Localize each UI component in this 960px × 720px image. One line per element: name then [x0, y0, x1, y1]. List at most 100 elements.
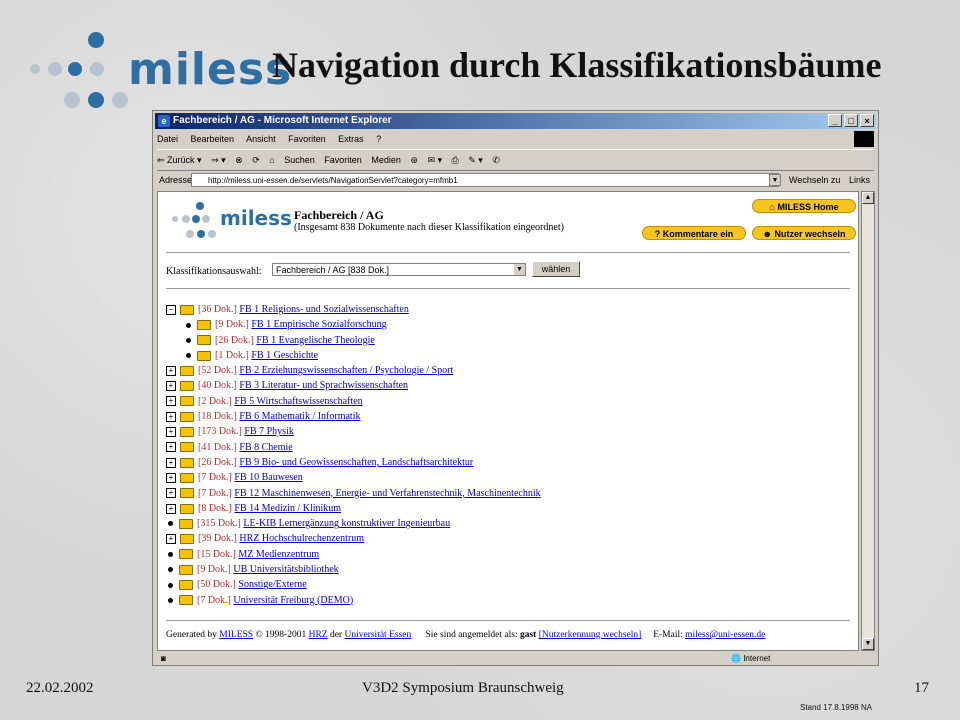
status-zone-label: Internet [743, 654, 771, 663]
expand-icon[interactable]: + [166, 457, 176, 468]
media-button[interactable]: Medien [371, 155, 401, 165]
go-button[interactable]: Wechseln zu [789, 171, 840, 189]
vertical-scrollbar[interactable]: ▲ ▼ [861, 191, 875, 651]
expand-icon[interactable]: + [166, 534, 176, 545]
scroll-up-icon[interactable]: ▲ [862, 192, 874, 204]
logo-dot [196, 202, 204, 210]
miless-home-button[interactable]: ⌂ MILESS Home [752, 199, 856, 213]
tree-link[interactable]: FB 12 Maschinenwesen, Energie- und Verfa… [234, 488, 540, 499]
tree-count: [7 Dok.] [198, 472, 232, 484]
chevron-down-icon[interactable]: ▼ [514, 264, 525, 275]
logo-dot [68, 62, 82, 76]
tree-link[interactable]: FB 10 Bauwesen [234, 472, 302, 483]
tree-link[interactable]: FB 2 Erziehungswissenschaften / Psycholo… [239, 365, 453, 376]
maximize-button[interactable]: □ [844, 114, 858, 127]
tree-row: + [41 Dok.] FB 8 Chemie [166, 440, 541, 455]
folder-icon [180, 427, 194, 438]
university-link[interactable]: Universität Essen [344, 630, 411, 640]
tree-link[interactable]: FB 1 Empirische Sozialforschung [251, 319, 386, 330]
expand-icon[interactable]: + [166, 381, 176, 392]
back-button[interactable]: ⇐ Zurück ▾ [157, 155, 202, 165]
footer-page-number: 17 [914, 680, 929, 696]
tree-link[interactable]: FB 7 Physik [244, 426, 293, 437]
tree-row: + [2 Dok.] FB 5 Wirtschaftswissenschaften [166, 394, 541, 409]
print-button[interactable]: ⎙ [452, 155, 459, 165]
hrz-link[interactable]: HRZ [309, 630, 328, 640]
tree-link[interactable]: LE-KIB Lernergänzung konstruktiver Ingen… [243, 518, 450, 529]
tree-link[interactable]: UB Universitätsbibliothek [233, 564, 338, 575]
scroll-down-icon[interactable]: ▼ [862, 638, 874, 650]
comments-button[interactable]: ? Kommentare ein [642, 226, 746, 240]
tree-link[interactable]: FB 3 Literatur- und Sprachwissenschaften [239, 380, 408, 391]
window-titlebar: e Fachbereich / AG - Microsoft Internet … [155, 113, 876, 129]
menu-file[interactable]: Datei [157, 134, 178, 144]
favorites-button[interactable]: Favoriten [324, 155, 362, 165]
tree-count: [9 Dok.] [197, 564, 231, 576]
tree-count: [52 Dok.] [198, 365, 237, 377]
tree-link[interactable]: FB 5 Wirtschaftswissenschaften [234, 396, 362, 407]
tree-link[interactable]: Universität Freiburg (DEMO) [233, 595, 353, 606]
miless-logo: miless [28, 30, 291, 115]
close-button[interactable]: × [860, 114, 874, 127]
logo-dot [182, 215, 190, 223]
refresh-button[interactable]: ⟳ [252, 155, 260, 165]
switch-user-button[interactable]: ☻ Nutzer wechseln [752, 226, 856, 240]
folder-icon [179, 564, 193, 575]
tree-link[interactable]: Sonstige/Externe [238, 579, 306, 590]
tree-link[interactable]: FB 1 Evangelische Theologie [256, 335, 374, 346]
menu-help[interactable]: ? [376, 134, 381, 144]
collapse-icon[interactable]: − [166, 304, 176, 315]
search-button[interactable]: Suchen [284, 155, 315, 165]
menu-edit[interactable]: Bearbeiten [191, 134, 235, 144]
tree-count: [40 Dok.] [198, 380, 237, 392]
expand-icon[interactable]: + [166, 442, 176, 453]
choose-button[interactable]: wählen [532, 261, 580, 277]
expand-icon[interactable]: + [166, 365, 176, 376]
menu-favorites[interactable]: Favoriten [288, 134, 326, 144]
status-bar: ◙ 🌐 Internet [157, 653, 874, 665]
expand-icon[interactable]: + [166, 411, 176, 422]
classification-label: Klassifikationsauswahl: [166, 266, 262, 277]
address-dropdown-icon[interactable]: ▼ [769, 174, 781, 186]
tree-link[interactable]: FB 14 Medizin / Klinikum [234, 503, 341, 514]
tree-link[interactable]: FB 8 Chemie [239, 442, 292, 453]
messenger-button[interactable]: ✆ [492, 155, 500, 165]
folder-icon [197, 350, 211, 361]
footer-email-label: E-Mail: [653, 630, 683, 640]
classification-select[interactable]: Fachbereich / AG [838 Dok.] ▼ [272, 263, 526, 276]
change-user-link[interactable]: [Nutzerkennung wechseln] [539, 630, 642, 640]
email-link[interactable]: miless@uni-essen.de [685, 630, 765, 640]
history-button[interactable]: ⊛ [410, 155, 418, 165]
edit-button[interactable]: ✎ ▾ [468, 155, 483, 165]
menu-bar: Datei Bearbeiten Ansicht Favoriten Extra… [157, 131, 874, 147]
tree-link[interactable]: MZ Medienzentrum [238, 549, 319, 560]
stop-button[interactable]: ⊗ [235, 155, 243, 165]
tree-link[interactable]: HRZ Hochschulrechenzentrum [239, 533, 364, 544]
minimize-button[interactable]: _ [828, 114, 842, 127]
tree-link[interactable]: FB 1 Geschichte [251, 350, 318, 361]
forward-button[interactable]: ⇒ ▾ [211, 155, 226, 165]
expand-icon[interactable]: + [166, 396, 176, 407]
tree-row: [50 Dok.] Sonstige/Externe [166, 577, 541, 592]
miless-link[interactable]: MILESS [219, 630, 253, 640]
menu-tools[interactable]: Extras [338, 134, 364, 144]
expand-icon[interactable]: + [166, 488, 176, 499]
tree-link[interactable]: FB 9 Bio- und Geowissenschaften, Landsch… [239, 457, 473, 468]
tree-row: [7 Dok.] Universität Freiburg (DEMO) [166, 593, 541, 608]
logo-dot [112, 92, 128, 108]
links-button[interactable]: Links [849, 171, 870, 189]
tree-count: [26 Dok.] [198, 456, 237, 468]
address-input[interactable]: http://miless.uni-essen.de/servlets/Navi… [191, 173, 779, 187]
tree-link[interactable]: FB 6 Mathematik / Informatik [239, 411, 360, 422]
tree-row: + [173 Dok.] FB 7 Physik [166, 424, 541, 439]
expand-icon[interactable]: + [166, 427, 176, 438]
tree-row: + [7 Dok.] FB 12 Maschinenwesen, Energie-… [166, 486, 541, 501]
mail-button[interactable]: ✉ ▾ [427, 155, 442, 165]
folder-icon [179, 549, 193, 560]
menu-view[interactable]: Ansicht [246, 134, 276, 144]
expand-icon[interactable]: + [166, 472, 176, 483]
expand-icon[interactable]: + [166, 503, 176, 514]
miless-home-label: MILESS Home [777, 202, 839, 212]
home-button[interactable]: ⌂ [269, 155, 274, 165]
tree-link[interactable]: FB 1 Religions- und Sozialwissenschaften [239, 304, 408, 315]
